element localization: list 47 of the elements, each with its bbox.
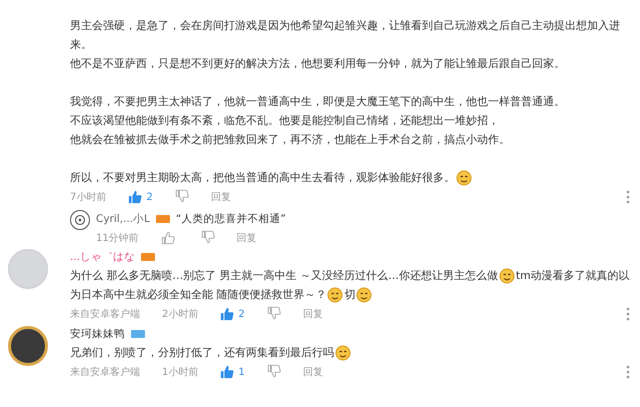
thumbs-down-icon[interactable] — [174, 188, 189, 202]
emoji-icon — [456, 170, 472, 186]
thumbs-down-icon[interactable] — [200, 230, 215, 244]
comment-text: 他不是不亚萨西，只是想不到更好的解决方法，他想要利用每一分钟，就为了能让雏最后跟自己回家。 — [70, 56, 565, 72]
username[interactable]: Cyril,...小L — [96, 212, 150, 226]
username[interactable]: 安珂妹妹鸭 — [70, 326, 125, 340]
timestamp: 11分钟前 — [96, 232, 139, 245]
more-options-icon[interactable] — [626, 365, 630, 379]
comment-text: 为什么 那么多无脑喷…别忘了 男主就一高中生 ～又没经历过什么…你还想让男主怎么做 — [70, 268, 498, 284]
emoji-icon — [327, 286, 344, 302]
comment-text: 不应该渴望他能做到有条不紊，临危不乱。他要是能控制自己情绪，还能想出一堆妙招， — [70, 113, 499, 129]
comment-text: 来。 — [70, 37, 92, 53]
timestamp: 1小时前 — [162, 366, 198, 379]
thumbs-up-icon[interactable] — [160, 231, 175, 245]
reply-button[interactable]: 回复 — [236, 231, 257, 245]
username[interactable]: ...しゃ゛はな — [70, 250, 136, 264]
emoji-icon — [335, 344, 351, 360]
comment-text: 他就会在雏被抓去做手术之前把雏救回来了，再不济，也能在上手术台之前，搞点小动作。 — [70, 132, 510, 148]
reply-text: “人类的悲喜并不相通” — [176, 212, 286, 226]
thumbs-down-icon[interactable] — [266, 364, 281, 378]
more-options-icon[interactable] — [626, 307, 630, 321]
comment-text: 我觉得，不要把男主太神话了，他就一普通高中生，即便是大魔王笔下的高中生，他也一样普普通通。 — [70, 94, 565, 110]
thumbs-down-icon[interactable] — [266, 306, 281, 320]
like-count: 1 — [238, 366, 245, 378]
thumbs-up-icon[interactable] — [128, 190, 142, 204]
timestamp: 7小时前 — [70, 190, 106, 204]
source-label: 来自安卓客户端 — [70, 308, 140, 321]
comment-text: 兄弟们，别喷了，分别打低了，还有两集看到最后行吗 — [70, 345, 334, 361]
comment-text: 为日本高中生就必须全知全能 随随便便拯救世界～？ — [70, 287, 326, 303]
reply-button[interactable]: 回复 — [210, 190, 231, 204]
more-options-icon[interactable] — [626, 190, 630, 204]
timestamp: 2小时前 — [162, 308, 198, 321]
emoji-icon — [356, 286, 372, 302]
avatar-icon[interactable] — [70, 210, 90, 230]
like-count: 2 — [238, 308, 245, 320]
thumbs-up-icon[interactable] — [220, 365, 234, 379]
comment-text: 男主会强硬，是急了，会在房间打游戏是因为他希望勾起雏兴趣，让雏看到自己玩游戏之后自己主动提出想加入进 — [70, 18, 620, 34]
thumbs-up-icon[interactable] — [220, 307, 234, 321]
comment-text: 切 — [344, 287, 356, 303]
comment-text: tm动漫看多了就真的以 — [516, 268, 630, 284]
emoji-icon — [498, 268, 515, 284]
reply-button[interactable]: 回复 — [302, 365, 323, 379]
avatar[interactable] — [8, 326, 48, 366]
comment-text: 所以，不要对男主期盼太高，把他当普通的高中生去看待，观影体验能好很多。 — [70, 170, 455, 186]
source-label: 来自安卓客户端 — [70, 366, 140, 379]
reply-button[interactable]: 回复 — [302, 307, 323, 321]
like-count: 2 — [146, 192, 153, 202]
